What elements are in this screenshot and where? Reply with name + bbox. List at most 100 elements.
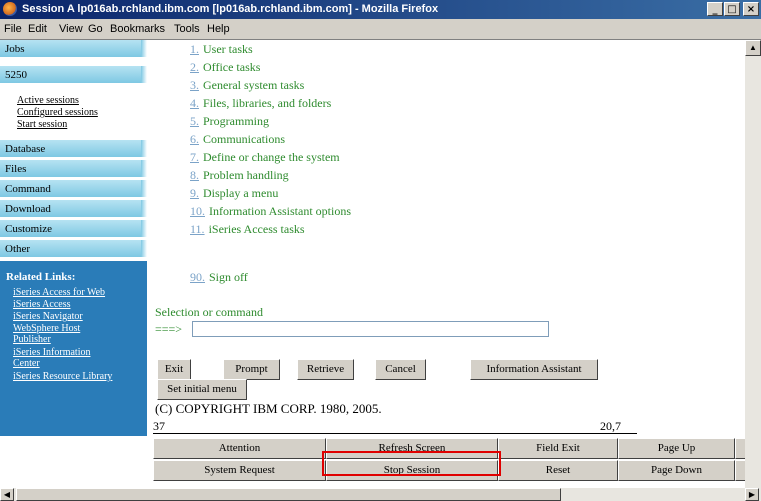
menu-option[interactable]: 10. Information Assistant options: [190, 204, 351, 219]
option-label: Sign off: [209, 270, 248, 284]
tab-download[interactable]: Download: [0, 200, 147, 218]
status-line: 37 20,7: [153, 417, 637, 434]
related-links-panel: Related Links: iSeries Access for Web iS…: [0, 261, 147, 436]
menu-go[interactable]: Go: [88, 23, 103, 35]
cursor-position: 20,7: [600, 419, 621, 433]
refresh-screen-button[interactable]: Refresh Screen: [326, 438, 498, 459]
field-exit-button[interactable]: Field Exit: [498, 438, 618, 459]
option-label: Programming: [203, 114, 269, 128]
option-number[interactable]: 90.: [190, 270, 205, 284]
tab-5250[interactable]: 5250: [0, 66, 147, 84]
link-iseries-access[interactable]: iSeries Access: [13, 299, 143, 310]
option-number[interactable]: 9.: [190, 186, 199, 200]
prompt-button[interactable]: Prompt: [223, 359, 280, 380]
option-number[interactable]: 10.: [190, 204, 205, 218]
option-number[interactable]: 3.: [190, 78, 199, 92]
menu-option[interactable]: 2. Office tasks: [190, 60, 260, 75]
tab-jobs[interactable]: Jobs: [0, 40, 147, 58]
command-arrow: ===>: [155, 322, 183, 336]
menu-bar: File Edit View Go Bookmarks Tools Help: [0, 19, 761, 40]
horizontal-scrollbar[interactable]: ◀ ▶: [0, 488, 761, 501]
retrieve-button[interactable]: Retrieve: [297, 359, 354, 380]
link-configured-sessions[interactable]: Configured sessions: [17, 107, 98, 118]
selection-label: Selection or command: [155, 305, 263, 319]
option-number[interactable]: 1.: [190, 42, 199, 56]
menu-option[interactable]: 9. Display a menu: [190, 186, 278, 201]
page-up-button[interactable]: Page Up: [618, 438, 735, 459]
status-left: 37: [153, 419, 165, 433]
scroll-thumb[interactable]: [16, 488, 561, 501]
stop-session-button[interactable]: Stop Session: [326, 460, 498, 481]
option-label: User tasks: [203, 42, 253, 56]
page-down-button[interactable]: Page Down: [618, 460, 735, 481]
option-number[interactable]: 2.: [190, 60, 199, 74]
minimize-button[interactable]: _: [707, 2, 723, 16]
attention-button[interactable]: Attention: [153, 438, 326, 459]
close-button[interactable]: ×: [743, 2, 759, 16]
exit-button[interactable]: Exit: [157, 359, 191, 380]
menu-option[interactable]: 3. General system tasks: [190, 78, 304, 93]
tab-other[interactable]: Other: [0, 240, 147, 258]
menu-file[interactable]: File: [4, 23, 22, 35]
option-number[interactable]: 6.: [190, 132, 199, 146]
link-active-sessions[interactable]: Active sessions: [17, 95, 79, 106]
window-titlebar: Session A lp016ab.rchland.ibm.com [lp016…: [0, 0, 761, 19]
menu-option-signoff[interactable]: 90. Sign off: [190, 270, 248, 285]
menu-option[interactable]: 5. Programming: [190, 114, 269, 129]
scroll-up-icon[interactable]: ▲: [745, 40, 761, 56]
extra-key-button[interactable]: [735, 460, 745, 481]
system-request-button[interactable]: System Request: [153, 460, 326, 481]
copyright-text: (C) COPYRIGHT IBM CORP. 1980, 2005.: [155, 401, 382, 416]
tab-customize[interactable]: Customize: [0, 220, 147, 238]
menu-option[interactable]: 6. Communications: [190, 132, 285, 147]
link-websphere-host-publisher[interactable]: WebSphere Host Publisher: [13, 323, 113, 345]
link-start-session[interactable]: Start session: [17, 119, 67, 130]
tab-command[interactable]: Command: [0, 180, 147, 198]
menu-option[interactable]: 1. User tasks: [190, 42, 253, 57]
cancel-button[interactable]: Cancel: [375, 359, 426, 380]
related-links-title: Related Links:: [6, 271, 76, 283]
option-number[interactable]: 7.: [190, 150, 199, 164]
page-viewport: Jobs 5250 Active sessions Configured ses…: [0, 40, 745, 488]
option-number[interactable]: 8.: [190, 168, 199, 182]
maximize-button[interactable]: □: [724, 2, 740, 16]
option-number[interactable]: 4.: [190, 96, 199, 110]
menu-edit[interactable]: Edit: [28, 23, 47, 35]
menu-option[interactable]: 7. Define or change the system: [190, 150, 340, 165]
option-label: Information Assistant options: [209, 204, 351, 218]
information-assistant-button[interactable]: Information Assistant: [470, 359, 598, 380]
link-iseries-info-center[interactable]: iSeries Information Center: [13, 347, 113, 369]
menu-bookmarks[interactable]: Bookmarks: [110, 23, 165, 35]
option-number[interactable]: 11.: [190, 222, 205, 236]
option-label: Define or change the system: [203, 150, 340, 164]
sidebar: Jobs 5250 Active sessions Configured ses…: [0, 40, 147, 488]
menu-option[interactable]: 11. iSeries Access tasks: [190, 222, 305, 237]
link-iseries-resource-library[interactable]: iSeries Resource Library: [13, 371, 143, 382]
tab-files[interactable]: Files: [0, 160, 147, 178]
option-label: Problem handling: [203, 168, 289, 182]
option-label: Files, libraries, and folders: [203, 96, 332, 110]
menu-option[interactable]: 8. Problem handling: [190, 168, 289, 183]
option-label: Communications: [203, 132, 285, 146]
scroll-left-icon[interactable]: ◀: [0, 488, 14, 501]
command-input[interactable]: [192, 321, 549, 337]
option-label: iSeries Access tasks: [208, 222, 305, 236]
menu-option[interactable]: 4. Files, libraries, and folders: [190, 96, 331, 111]
option-number[interactable]: 5.: [190, 114, 199, 128]
set-initial-menu-button[interactable]: Set initial menu: [157, 379, 247, 400]
menu-help[interactable]: Help: [207, 23, 230, 35]
scroll-right-icon[interactable]: ▶: [745, 488, 759, 501]
vertical-scrollbar[interactable]: ▲: [745, 40, 761, 488]
tab-database[interactable]: Database: [0, 140, 147, 158]
link-iseries-access-web[interactable]: iSeries Access for Web: [13, 287, 143, 298]
firefox-icon: [3, 2, 17, 16]
window-title: Session A lp016ab.rchland.ibm.com [lp016…: [22, 3, 439, 15]
reset-button[interactable]: Reset: [498, 460, 618, 481]
link-iseries-navigator[interactable]: iSeries Navigator: [13, 311, 143, 322]
extra-key-button[interactable]: [735, 438, 745, 459]
option-label: General system tasks: [203, 78, 305, 92]
menu-tools[interactable]: Tools: [174, 23, 200, 35]
option-label: Office tasks: [203, 60, 261, 74]
menu-view[interactable]: View: [59, 23, 83, 35]
option-label: Display a menu: [203, 186, 279, 200]
